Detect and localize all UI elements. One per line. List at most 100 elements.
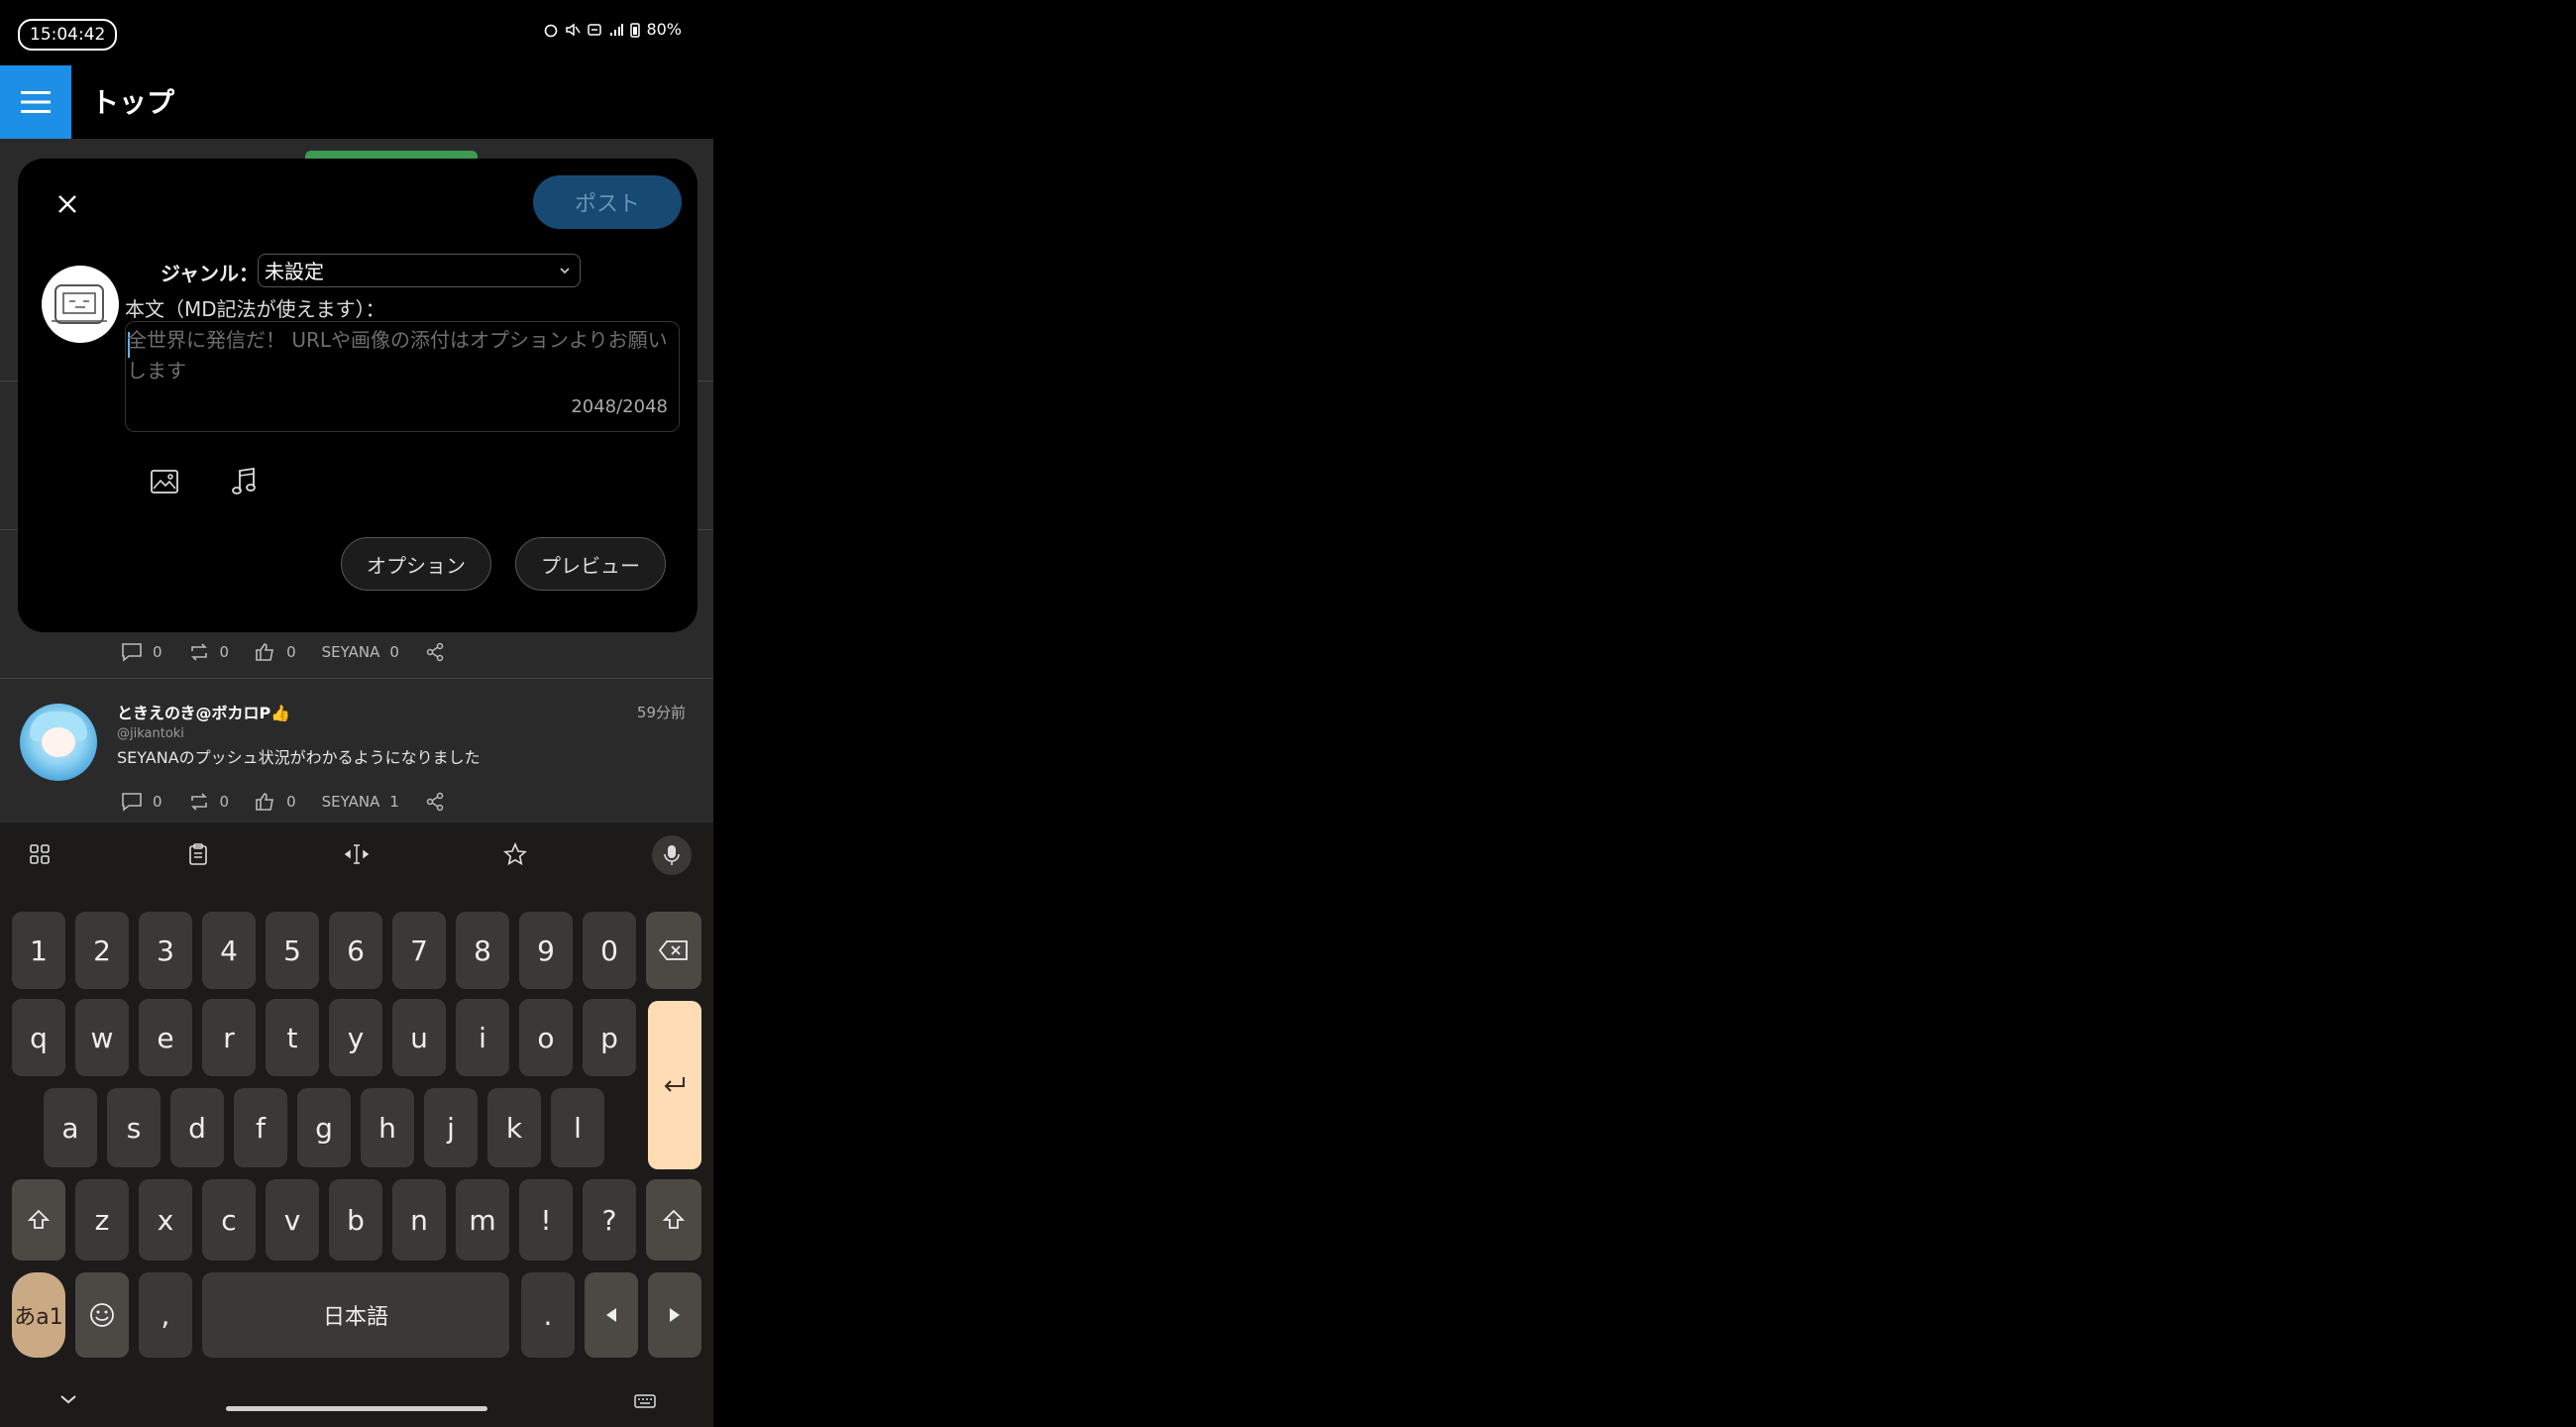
key-2[interactable]: 2 (75, 912, 129, 989)
chevron-down-icon (558, 255, 572, 298)
phone-screen: 15:04:42 80% トップ 0 0 0 SEYANA 0 ときえのき@ボカ… (0, 0, 713, 1427)
close-button[interactable] (48, 184, 87, 224)
clipboard-button[interactable] (178, 836, 218, 872)
signal-icon (610, 23, 624, 36)
key-b[interactable]: b (329, 1179, 382, 1261)
shift-key-left[interactable] (12, 1179, 65, 1261)
cursor-left-key[interactable] (585, 1272, 638, 1358)
key-x[interactable]: x (139, 1179, 192, 1261)
page-title: トップ (91, 86, 175, 119)
comma-key[interactable]: , (139, 1272, 192, 1358)
status-clock: 15:04:42 (18, 19, 118, 51)
key-w[interactable]: w (75, 999, 129, 1076)
backspace-key[interactable] (646, 912, 701, 989)
keyboard-apps-button[interactable] (20, 836, 59, 872)
hide-keyboard-button[interactable] (57, 1391, 79, 1411)
key-i[interactable]: i (456, 999, 509, 1076)
seyana-button[interactable]: SEYANA 0 (322, 643, 399, 661)
period-key[interactable]: . (521, 1272, 575, 1358)
key-o[interactable]: o (519, 999, 573, 1076)
emoji-icon (90, 1303, 114, 1327)
enter-icon (664, 1077, 685, 1092)
key-0[interactable]: 0 (583, 912, 636, 989)
repost-button[interactable]: 0 (188, 792, 229, 812)
key-question[interactable]: ? (583, 1179, 636, 1261)
post-button[interactable]: ポスト (533, 175, 682, 229)
image-icon (151, 470, 178, 494)
space-key[interactable]: 日本語 (202, 1272, 509, 1358)
avatar-sketch-icon (52, 284, 107, 324)
key-u[interactable]: u (392, 999, 446, 1076)
attach-image-button[interactable] (143, 460, 186, 503)
option-button[interactable]: オプション (341, 537, 491, 591)
preview-button[interactable]: プレビュー (515, 537, 666, 591)
key-t[interactable]: t (266, 999, 319, 1076)
key-1[interactable]: 1 (12, 912, 65, 989)
key-d[interactable]: d (170, 1088, 224, 1167)
key-j[interactable]: j (424, 1088, 478, 1167)
share-icon (426, 792, 444, 812)
cursor-right-key[interactable] (648, 1272, 701, 1358)
key-l[interactable]: l (551, 1088, 604, 1167)
comment-button[interactable]: 0 (121, 792, 162, 812)
navigation-bar (0, 1379, 713, 1427)
key-z[interactable]: z (75, 1179, 129, 1261)
key-8[interactable]: 8 (456, 912, 509, 989)
key-g[interactable]: g (297, 1088, 351, 1167)
keyboard-switch-button[interactable] (634, 1393, 656, 1413)
genre-select[interactable]: 未設定 (258, 254, 581, 287)
post-author-name[interactable]: ときえのき@ボカロP👍 (117, 700, 290, 723)
key-r[interactable]: r (202, 999, 256, 1076)
key-k[interactable]: k (487, 1088, 541, 1167)
post-actions: 0 0 0 SEYANA 0 (121, 637, 471, 667)
key-6[interactable]: 6 (329, 912, 382, 989)
key-a[interactable]: a (44, 1088, 97, 1167)
shift-key-right[interactable] (646, 1179, 701, 1261)
comment-button[interactable]: 0 (121, 642, 162, 662)
key-5[interactable]: 5 (266, 912, 319, 989)
emoji-key[interactable] (75, 1272, 129, 1358)
seyana-button[interactable]: SEYANA 1 (322, 793, 399, 811)
menu-button[interactable] (0, 65, 71, 139)
key-q[interactable]: q (12, 999, 65, 1076)
key-p[interactable]: p (583, 999, 636, 1076)
enter-key[interactable] (648, 1001, 701, 1169)
key-4[interactable]: 4 (202, 912, 256, 989)
avatar[interactable] (20, 704, 97, 781)
cursor-control-button[interactable] (337, 836, 376, 872)
body-placeholder: 全世界に発信だ！ URLや画像の添付はオプションよりお願いします (127, 328, 668, 383)
share-button[interactable] (425, 642, 445, 662)
key-m[interactable]: m (456, 1179, 509, 1261)
key-7[interactable]: 7 (392, 912, 446, 989)
app-header: トップ (0, 65, 713, 139)
key-3[interactable]: 3 (139, 912, 192, 989)
key-s[interactable]: s (107, 1088, 161, 1167)
language-switch-key[interactable]: あa1 (12, 1272, 65, 1358)
key-y[interactable]: y (329, 999, 382, 1076)
voice-input-button[interactable] (652, 835, 692, 875)
share-button[interactable] (425, 792, 445, 812)
char-counter: 2048/2048 (571, 396, 668, 417)
home-gesture-handle[interactable] (226, 1406, 487, 1411)
key-c[interactable]: c (202, 1179, 256, 1261)
comment-icon (122, 643, 142, 662)
like-button[interactable]: 0 (255, 642, 296, 662)
attach-music-button[interactable] (222, 460, 266, 503)
keyboard-icon (634, 1394, 656, 1408)
text-cursor-icon (344, 844, 370, 864)
repost-button[interactable]: 0 (188, 642, 229, 662)
key-v[interactable]: v (266, 1179, 319, 1261)
star-icon (503, 842, 527, 866)
favorites-button[interactable] (495, 836, 535, 872)
key-f[interactable]: f (234, 1088, 287, 1167)
battery-percent: 80% (646, 20, 682, 39)
key-n[interactable]: n (392, 1179, 446, 1261)
compose-dialog: ポスト ジャンル： 未設定 本文（MD記法が使えます）： 全世界に発信だ！ UR… (18, 159, 698, 632)
wifi-icon (588, 23, 602, 36)
key-exclamation[interactable]: ! (519, 1179, 573, 1261)
key-e[interactable]: e (139, 999, 192, 1076)
like-button[interactable]: 0 (255, 792, 296, 812)
key-9[interactable]: 9 (519, 912, 573, 989)
key-h[interactable]: h (361, 1088, 414, 1167)
user-avatar[interactable] (42, 266, 119, 343)
